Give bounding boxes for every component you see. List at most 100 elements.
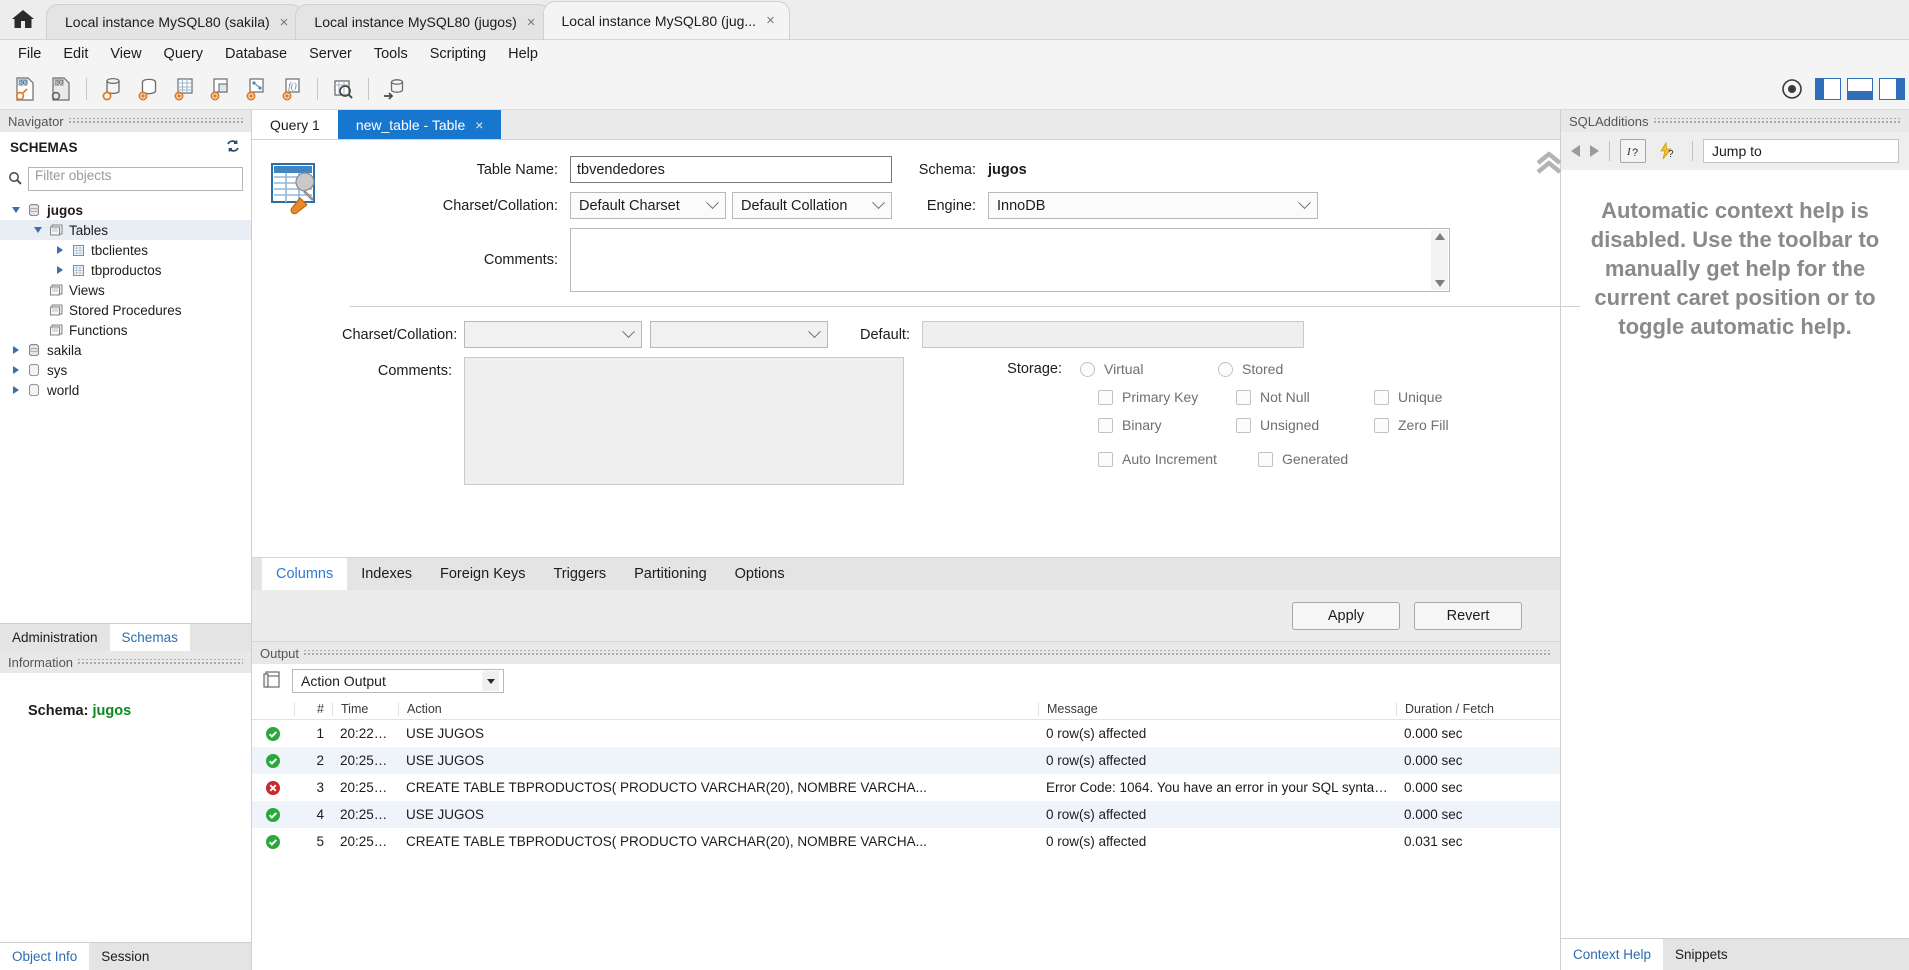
tree-item-views[interactable]: Views xyxy=(0,280,251,300)
sub-tab-partitioning[interactable]: Partitioning xyxy=(620,558,721,590)
revert-button[interactable]: Revert xyxy=(1414,601,1522,630)
chevron-right-icon[interactable] xyxy=(8,386,24,394)
close-icon[interactable]: × xyxy=(527,15,536,30)
option-unsigned[interactable]: Unsigned xyxy=(1236,417,1374,433)
table-comments-textarea[interactable] xyxy=(570,228,1450,292)
inspect-schema-icon[interactable] xyxy=(326,72,360,106)
column-collation-select[interactable] xyxy=(650,321,828,348)
tree-item-world[interactable]: world xyxy=(0,380,251,400)
arrow-right-icon[interactable] xyxy=(1590,145,1599,157)
sub-tab-foreign-keys[interactable]: Foreign Keys xyxy=(426,558,539,590)
output-row[interactable]: 4 20:25:36 USE JUGOS 0 row(s) affected 0… xyxy=(252,801,1560,828)
option-not-null[interactable]: Not Null xyxy=(1236,389,1374,405)
help-circle-icon[interactable] xyxy=(1775,72,1809,106)
connection-tab-0[interactable]: Local instance MySQL80 (sakila) × xyxy=(46,4,304,39)
new-stored-procedure-icon[interactable] xyxy=(239,72,273,106)
engine-select[interactable]: InnoDB xyxy=(988,192,1318,219)
new-schema-icon[interactable] xyxy=(131,72,165,106)
chevron-down-icon[interactable] xyxy=(30,227,46,233)
tab-session[interactable]: Session xyxy=(89,943,161,970)
filter-objects-input[interactable]: Filter objects xyxy=(28,167,243,191)
toggle-sidebar-icon[interactable] xyxy=(1815,77,1841,100)
scrollbar[interactable] xyxy=(1431,230,1448,290)
output-row[interactable]: 1 20:22:37 USE JUGOS 0 row(s) affected 0… xyxy=(252,720,1560,747)
sub-tab-columns[interactable]: Columns xyxy=(262,558,348,590)
new-view-icon[interactable] xyxy=(203,72,237,106)
apply-button[interactable]: Apply xyxy=(1292,601,1400,630)
option-auto-increment[interactable]: Auto Increment xyxy=(1098,451,1258,467)
new-table-icon[interactable] xyxy=(167,72,201,106)
tree-item-tables[interactable]: Tables xyxy=(0,220,251,240)
menu-item-server[interactable]: Server xyxy=(299,42,362,66)
tree-item-sakila[interactable]: sakila xyxy=(0,340,251,360)
option-binary[interactable]: Binary xyxy=(1098,417,1236,433)
chevron-right-icon[interactable] xyxy=(52,246,68,254)
editor-tab-query-1[interactable]: Query 1 xyxy=(252,110,338,139)
tree-item-stored-procedures[interactable]: Stored Procedures xyxy=(0,300,251,320)
option-zero-fill[interactable]: Zero Fill xyxy=(1374,417,1512,433)
tree-item-tbproductos[interactable]: tbproductos xyxy=(0,260,251,280)
menu-item-query[interactable]: Query xyxy=(154,42,214,66)
tree-item-label: tbproductos xyxy=(91,262,162,278)
auto-context-help-icon[interactable]: ? xyxy=(1656,139,1682,163)
menu-item-edit[interactable]: Edit xyxy=(53,42,98,66)
action-output-select[interactable]: Action Output xyxy=(292,669,504,693)
sub-tab-indexes[interactable]: Indexes xyxy=(347,558,426,590)
default-input[interactable] xyxy=(922,321,1304,348)
tab-object-info[interactable]: Object Info xyxy=(0,943,90,970)
column-comments-textarea[interactable] xyxy=(464,357,904,485)
tab-snippets[interactable]: Snippets xyxy=(1663,939,1740,970)
sub-tab-triggers[interactable]: Triggers xyxy=(539,558,620,590)
table-name-input[interactable]: tbvendedores xyxy=(570,156,892,183)
context-help-icon[interactable]: I ? xyxy=(1620,139,1646,163)
refresh-icon[interactable] xyxy=(225,138,241,157)
connection-tab-2[interactable]: Local instance MySQL80 (jug... × xyxy=(542,1,790,39)
tree-item-sys[interactable]: sys xyxy=(0,360,251,380)
tab-context-help[interactable]: Context Help xyxy=(1561,939,1664,970)
connection-tab-1[interactable]: Local instance MySQL80 (jugos) × xyxy=(295,4,551,39)
option-generated[interactable]: Generated xyxy=(1258,451,1396,467)
sub-tab-options[interactable]: Options xyxy=(721,558,799,590)
option-primary-key[interactable]: Primary Key xyxy=(1098,389,1236,405)
tree-item-tbclientes[interactable]: tbclientes xyxy=(0,240,251,260)
toggle-secondary-sidebar-icon[interactable] xyxy=(1879,77,1905,100)
connect-to-database-icon[interactable] xyxy=(95,72,129,106)
chevron-down-icon[interactable] xyxy=(8,207,24,213)
toggle-output-icon[interactable] xyxy=(1847,77,1873,100)
option-stored[interactable]: Stored xyxy=(1218,361,1356,377)
menu-item-help[interactable]: Help xyxy=(498,42,548,66)
close-icon[interactable]: × xyxy=(766,13,775,28)
chevron-right-icon[interactable] xyxy=(52,266,68,274)
output-row[interactable]: 3 20:25:29 CREATE TABLE TBPRODUCTOS( PRO… xyxy=(252,774,1560,801)
column-charset-select[interactable] xyxy=(464,321,642,348)
menu-item-scripting[interactable]: Scripting xyxy=(420,42,496,66)
new-function-icon[interactable]: f() xyxy=(275,72,309,106)
output-row[interactable]: 5 20:25:36 CREATE TABLE TBPRODUCTOS( PRO… xyxy=(252,828,1560,855)
chevron-down-icon[interactable] xyxy=(482,671,499,691)
chevron-right-icon[interactable] xyxy=(8,366,24,374)
menu-item-tools[interactable]: Tools xyxy=(364,42,418,66)
menu-item-view[interactable]: View xyxy=(100,42,151,66)
charset-select[interactable]: Default Charset xyxy=(570,192,726,219)
chevron-double-up-icon[interactable] xyxy=(1534,150,1564,179)
menu-item-database[interactable]: Database xyxy=(215,42,297,66)
open-sql-script-icon[interactable]: SQL xyxy=(44,72,78,106)
tree-item-jugos[interactable]: jugos xyxy=(0,200,251,220)
tab-administration[interactable]: Administration xyxy=(0,624,110,651)
output-row[interactable]: 2 20:25:29 USE JUGOS 0 row(s) affected 0… xyxy=(252,747,1560,774)
option-virtual[interactable]: Virtual xyxy=(1080,361,1218,377)
home-icon[interactable] xyxy=(0,0,46,39)
jump-to-input[interactable]: Jump to xyxy=(1703,139,1899,163)
editor-tab-new-table[interactable]: new_table - Table × xyxy=(337,110,502,139)
tree-item-functions[interactable]: Functions xyxy=(0,320,251,340)
tab-schemas[interactable]: Schemas xyxy=(109,624,190,651)
new-sql-tab-icon[interactable]: SQL xyxy=(8,72,42,106)
reconnect-to-server-icon[interactable] xyxy=(377,72,411,106)
close-icon[interactable]: × xyxy=(280,15,289,30)
option-unique[interactable]: Unique xyxy=(1374,389,1512,405)
close-icon[interactable]: × xyxy=(475,117,483,133)
output-grid-icon[interactable] xyxy=(262,670,282,693)
collation-select[interactable]: Default Collation xyxy=(732,192,892,219)
menu-item-file[interactable]: File xyxy=(8,42,51,66)
chevron-right-icon[interactable] xyxy=(8,346,24,354)
